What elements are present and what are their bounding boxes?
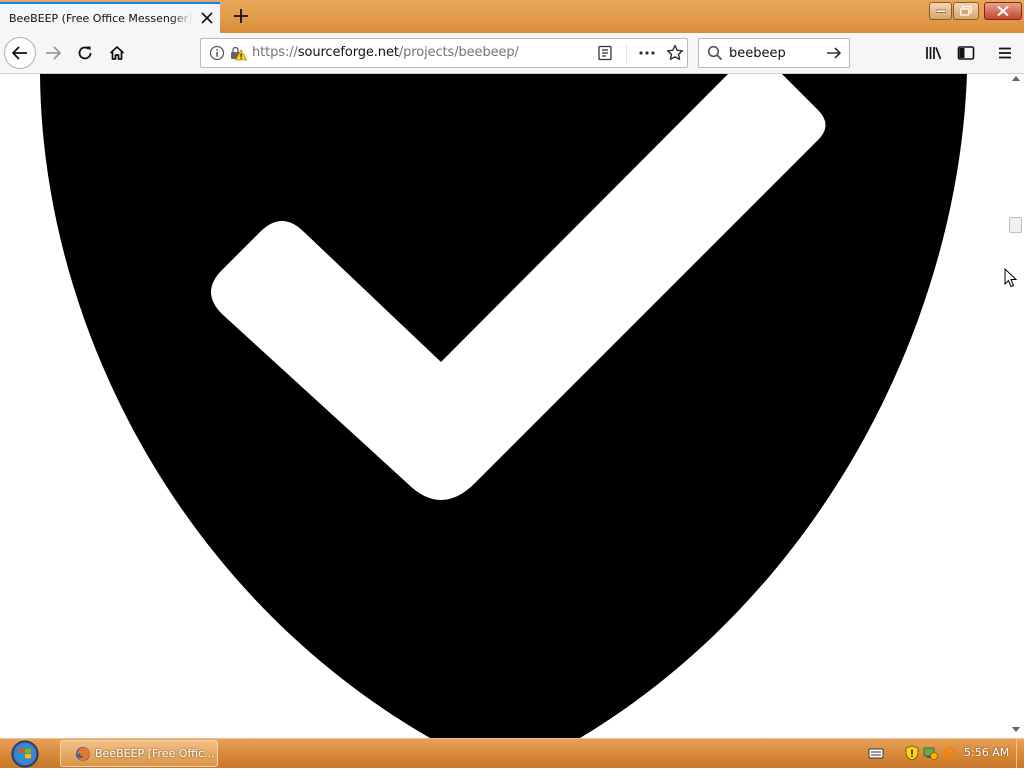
library-button[interactable] — [919, 38, 949, 68]
scroll-thumb[interactable] — [1009, 217, 1022, 233]
bookmark-star-icon[interactable] — [666, 44, 684, 62]
system-clock[interactable]: 5:56 AM — [964, 746, 1009, 759]
tab-title: BeeBEEP (Free Office Messenger) download… — [9, 12, 193, 25]
divider — [626, 43, 627, 63]
taskbar: BeeBEEP [Free Offic... 5:56 AM — [0, 738, 1024, 768]
search-go-icon[interactable] — [825, 45, 843, 61]
hamburger-menu-button[interactable] — [990, 38, 1020, 68]
search-tray-icon[interactable] — [941, 745, 957, 761]
shield-checkmark-icon — [40, 74, 967, 738]
url-scheme: https:// — [252, 45, 298, 60]
back-button[interactable] — [4, 37, 36, 69]
reload-button[interactable] — [70, 38, 100, 68]
title-bar: BeeBEEP (Free Office Messenger) download… — [0, 0, 1024, 33]
start-button[interactable] — [8, 739, 42, 769]
restore-button[interactable] — [953, 2, 979, 20]
info-icon[interactable] — [209, 45, 225, 61]
page-content — [0, 74, 1008, 738]
home-button[interactable] — [102, 38, 132, 68]
show-desktop-button[interactable] — [1016, 739, 1024, 768]
taskbar-item-label: BeeBEEP [Free Offic... — [95, 747, 215, 760]
close-icon[interactable] — [198, 9, 216, 27]
forward-button[interactable] — [38, 38, 68, 68]
mouse-cursor-icon — [1004, 268, 1018, 288]
page-actions-icon[interactable] — [637, 45, 657, 61]
lock-warning-icon[interactable] — [229, 45, 248, 61]
new-tab-button[interactable] — [229, 4, 253, 28]
url-text[interactable]: https://sourceforge.net/projects/beebeep… — [252, 45, 519, 60]
vertical-scrollbar[interactable] — [1008, 74, 1024, 738]
scroll-down-arrow-icon[interactable] — [1012, 727, 1020, 732]
address-bar[interactable]: https://sourceforge.net/projects/beebeep… — [200, 38, 688, 68]
navigation-toolbar: https://sourceforge.net/projects/beebeep… — [0, 33, 1024, 74]
url-host: sourceforge.net — [297, 45, 399, 60]
window-close-button[interactable] — [984, 2, 1022, 20]
url-path: /projects/beebeep/ — [398, 45, 519, 60]
search-icon — [707, 45, 723, 61]
reader-view-icon[interactable] — [597, 45, 613, 61]
minimize-button[interactable] — [929, 2, 952, 20]
network-icon[interactable] — [922, 745, 938, 761]
keyboard-icon[interactable] — [868, 745, 884, 761]
search-bar[interactable] — [698, 38, 850, 68]
security-shield-icon[interactable] — [904, 745, 920, 761]
sidebar-toggle-button[interactable] — [951, 38, 981, 68]
search-input[interactable] — [729, 42, 821, 64]
firefox-icon — [75, 746, 91, 762]
taskbar-item-firefox[interactable]: BeeBEEP [Free Offic... — [60, 740, 218, 767]
scroll-up-arrow-icon[interactable] — [1012, 76, 1020, 81]
tab-beebeep[interactable]: BeeBEEP (Free Office Messenger) download… — [0, 2, 220, 33]
